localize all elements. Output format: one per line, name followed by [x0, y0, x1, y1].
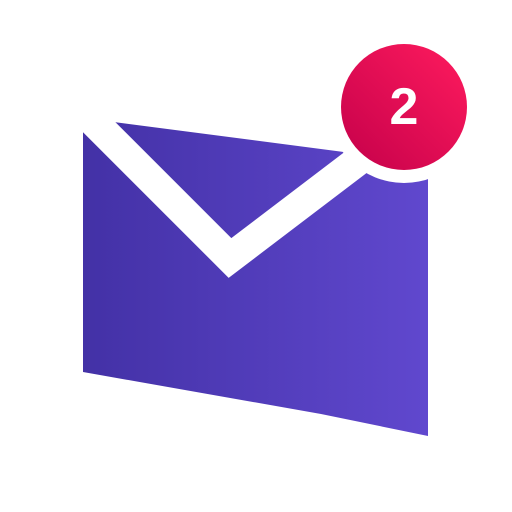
unread-count: 2 [389, 78, 419, 136]
mail-app-icon[interactable]: 2 [0, 0, 512, 512]
